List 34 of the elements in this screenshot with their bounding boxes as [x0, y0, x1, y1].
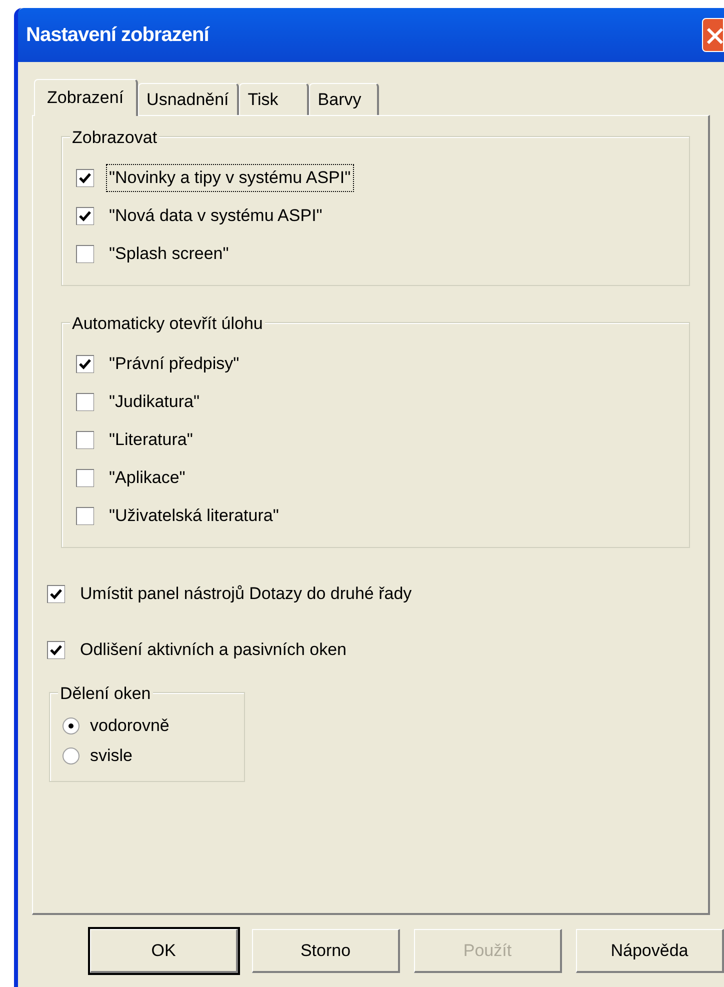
tab[interactable]: Usnadnění — [138, 83, 239, 115]
checkbox-label: "Nová data v systému ASPI" — [108, 205, 324, 228]
tab[interactable]: Tisk — [238, 83, 309, 115]
tab[interactable]: Barvy — [308, 83, 379, 115]
close-button[interactable] — [702, 18, 724, 52]
checkbox-label: "Literatura" — [108, 429, 194, 452]
checkbox-label: "Aplikace" — [108, 467, 186, 490]
checkbox[interactable] — [76, 431, 94, 449]
radio-button[interactable] — [62, 747, 80, 765]
dialog-button[interactable]: OK — [90, 929, 238, 973]
window-title: Nastavení zobrazení — [26, 23, 209, 48]
checkbox-label: "Novinky a tipy v systému ASPI" — [106, 164, 354, 192]
tab[interactable]: Zobrazení — [34, 79, 138, 116]
checkbox[interactable] — [76, 355, 94, 373]
checkbox[interactable] — [76, 507, 94, 525]
dialog-button[interactable]: Nápověda — [576, 929, 724, 973]
checkbox[interactable] — [76, 245, 94, 263]
checkbox[interactable] — [76, 207, 94, 225]
radio-button[interactable] — [62, 717, 80, 735]
checkbox[interactable] — [47, 585, 65, 603]
checkbox-label: "Splash screen" — [108, 243, 230, 266]
checkbox-label: "Judikatura" — [108, 391, 201, 414]
checkbox[interactable] — [76, 169, 94, 187]
checkbox-label: Umístit panel nástrojů Dotazy do druhé řady — [79, 583, 413, 606]
dialog-button[interactable]: Storno — [252, 929, 400, 973]
checkbox-label: Odlišení aktivních a pasivních oken — [79, 639, 348, 662]
radio-label: svisle — [90, 745, 133, 768]
checkbox[interactable] — [47, 641, 65, 659]
checkbox-label: "Uživatelská literatura" — [108, 505, 280, 528]
radio-label: vodorovně — [90, 715, 170, 738]
checkbox[interactable] — [76, 469, 94, 487]
checkbox-label: "Právní předpisy" — [108, 353, 240, 376]
checkbox[interactable] — [76, 393, 94, 411]
close-icon — [705, 26, 723, 44]
